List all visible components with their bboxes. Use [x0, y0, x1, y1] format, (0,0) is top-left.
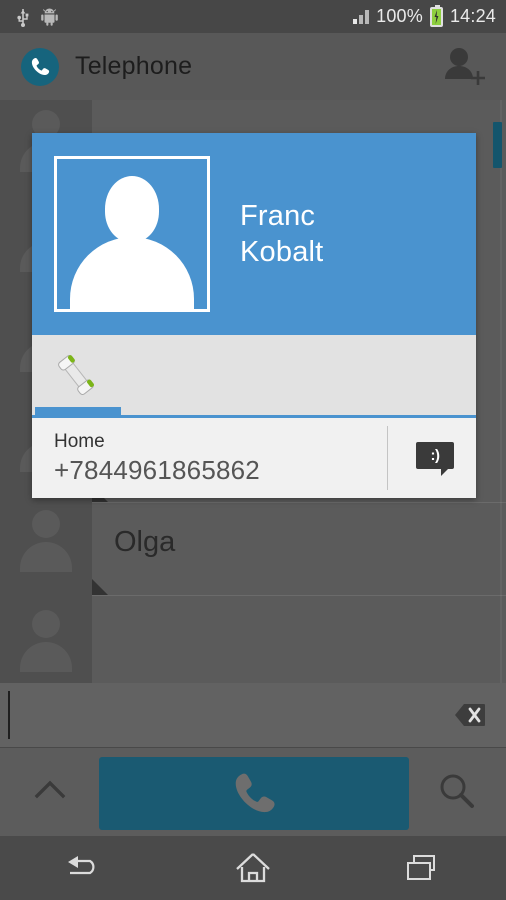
contact-last-name: Kobalt — [240, 236, 324, 268]
phone-number-label: +7844961865862 — [54, 455, 260, 485]
call-button[interactable] — [99, 757, 409, 830]
scrollbar[interactable] — [493, 100, 502, 683]
dial-input-field[interactable] — [0, 683, 506, 748]
avatar — [14, 608, 78, 672]
phone-handset-tab-icon — [52, 353, 100, 402]
contact-first-name: Franc — [240, 200, 316, 232]
backspace-icon[interactable] — [442, 701, 486, 729]
status-bar-left — [0, 7, 59, 27]
status-bar-right: 100% 14:24 — [353, 4, 496, 27]
usb-icon — [16, 7, 30, 27]
list-item[interactable]: Olga — [92, 503, 506, 596]
status-bar: 100% 14:24 — [0, 0, 506, 33]
card-header: Franc Kobalt — [32, 133, 476, 335]
contact-name-label: Olga — [114, 526, 176, 558]
home-icon[interactable] — [213, 845, 293, 891]
android-nav-bar — [0, 836, 506, 900]
back-icon[interactable] — [44, 845, 124, 891]
phone-info: Home +7844961865862 — [32, 430, 260, 486]
search-icon[interactable] — [434, 768, 480, 814]
battery-percent-label: 100% — [376, 6, 423, 26]
person-placeholder-icon — [54, 156, 210, 312]
add-contact-icon[interactable] — [442, 45, 488, 89]
phone-type-label: Home — [54, 431, 105, 452]
battery-charging-icon — [429, 4, 443, 27]
card-tab-strip — [32, 335, 476, 418]
phone-screen: 100% 14:24 Telephone Olga Franc Kobalt H… — [0, 0, 506, 900]
contact-name: Franc Kobalt — [240, 198, 323, 270]
tab-phone[interactable] — [32, 335, 120, 415]
clock-label: 14:24 — [449, 6, 496, 26]
phone-number-row[interactable]: Home +7844961865862 :) — [32, 418, 476, 498]
app-bar: Telephone — [0, 33, 506, 100]
row-corner-marker — [92, 579, 108, 595]
chevron-up-icon[interactable] — [30, 769, 70, 813]
contact-quick-card: Franc Kobalt Home +7844961865862:) — [32, 133, 476, 498]
scrollbar-thumb[interactable] — [493, 122, 502, 168]
avatar-body — [70, 237, 194, 309]
divider — [387, 426, 388, 490]
list-item[interactable] — [92, 596, 506, 683]
page-title: Telephone — [75, 52, 193, 80]
signal-bars-icon — [353, 9, 370, 24]
android-icon — [40, 8, 59, 26]
recent-apps-icon[interactable] — [382, 845, 462, 891]
active-tab-indicator — [35, 407, 121, 415]
phone-handset-icon — [21, 47, 59, 86]
avatar — [14, 508, 78, 572]
sms-glyph: :) — [416, 442, 454, 476]
avatar-head — [105, 176, 159, 242]
text-cursor — [8, 691, 10, 739]
sms-bubble-icon[interactable]: :) — [416, 442, 456, 476]
